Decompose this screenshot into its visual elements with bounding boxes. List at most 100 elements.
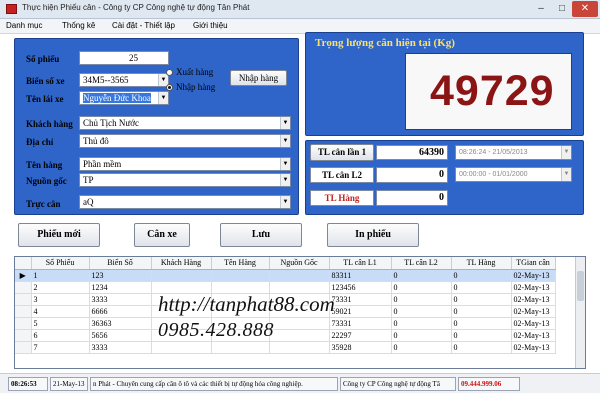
radio-nhap-hang[interactable]: Nhập hàng	[166, 82, 215, 92]
radio-off-icon	[166, 69, 173, 76]
close-button[interactable]: ✕	[572, 1, 598, 17]
table-cell	[269, 341, 330, 354]
can2-time-picker[interactable]: 00:00:00 - 01/01/2000 ▼	[455, 167, 572, 182]
table-cell: 6666	[89, 305, 152, 318]
luu-button[interactable]: Lưu	[220, 223, 302, 247]
can1-time-picker[interactable]: 08:26:24 - 21/05/2013 ▼	[455, 145, 572, 160]
table-cell	[211, 341, 270, 354]
bien-so-combo[interactable]: 34M5--3565 ▼	[79, 73, 169, 87]
can1-value: 64390	[376, 145, 448, 160]
table-cell: 3	[31, 293, 90, 306]
row-header-corner	[15, 257, 32, 270]
tl-hang-value: 0	[376, 190, 448, 206]
table-cell: 123	[89, 269, 152, 282]
can-xe-button[interactable]: Cân xe	[134, 223, 190, 247]
status-bar: 08:26:53 21-May-13 n Phát - Chuyên cung …	[0, 373, 600, 393]
table-cell: 0	[451, 293, 512, 306]
table-cell: 0	[451, 341, 512, 354]
chevron-down-icon: ▼	[280, 174, 290, 186]
table-cell: 59021	[329, 305, 392, 318]
table-cell: 4	[31, 305, 90, 318]
menu-cai-dat[interactable]: Cài đặt - Thiết lập	[112, 21, 175, 30]
table-cell: 0	[451, 305, 512, 318]
status-date: 21-May-13	[50, 377, 88, 391]
menu-thong-ke[interactable]: Thống kê	[62, 21, 95, 30]
table-row[interactable]: ▶ 1 123 83311 0 0 02-May-13	[15, 269, 556, 282]
dia-chi-value: Thủ đô	[83, 136, 109, 146]
table-cell: 83311	[329, 269, 392, 282]
column-header[interactable]: TL cân L1	[329, 257, 392, 270]
table-cell	[269, 317, 330, 330]
in-phieu-button[interactable]: In phiếu	[327, 223, 419, 247]
nguon-goc-value: TP	[83, 175, 94, 185]
truc-can-value: aQ	[83, 197, 94, 207]
row-header	[15, 305, 32, 318]
menu-danh-muc[interactable]: Danh mục	[6, 21, 42, 30]
column-header[interactable]: TL cân L2	[391, 257, 452, 270]
row-header	[15, 317, 32, 330]
nguon-goc-combo[interactable]: TP ▼	[79, 173, 291, 187]
truc-can-label: Trực cân	[26, 199, 61, 209]
column-header[interactable]: Nguồn Gốc	[269, 257, 330, 270]
ten-lai-xe-value: Nguyễn Đức Khoa	[83, 93, 151, 103]
table-cell: 02-May-13	[511, 269, 556, 282]
ten-hang-label: Tên hàng	[26, 160, 63, 170]
scrollbar-thumb[interactable]	[577, 271, 584, 301]
column-header[interactable]: Số Phiếu	[31, 257, 90, 270]
app-icon	[6, 4, 17, 14]
table-row[interactable]: 6 5656 22297 0 0 02-May-13	[15, 329, 556, 342]
calendar-dropdown-icon: ▼	[561, 168, 571, 181]
watermark-url: http://tanphat88.com	[158, 292, 335, 316]
window-title: Thực hiện Phiếu cân - Công ty CP Công ng…	[22, 3, 250, 12]
status-marquee: n Phát - Chuyên cung cấp cân ô tô và các…	[90, 377, 338, 391]
column-header[interactable]: Biển Số	[89, 257, 152, 270]
weight-title: Trọng lượng cân hiện tại (Kg)	[315, 37, 455, 49]
vehicle-form-panel: Số phiếu 25 Biển số xe 34M5--3565 ▼ Tên …	[14, 38, 299, 215]
row-header	[15, 329, 32, 342]
row-header	[15, 293, 32, 306]
vertical-scrollbar[interactable]	[575, 257, 585, 368]
watermark-phone: 0985.428.888	[158, 319, 274, 341]
table-cell: 1	[31, 269, 90, 282]
table-cell: 123456	[329, 281, 392, 294]
radio-nhap-label: Nhập hàng	[176, 82, 216, 92]
table-cell: 02-May-13	[511, 341, 556, 354]
chevron-down-icon: ▼	[280, 196, 290, 208]
radio-xuat-hang[interactable]: Xuất hàng	[166, 67, 213, 77]
minimize-button[interactable]: –	[530, 1, 552, 17]
table-cell: 3333	[89, 341, 152, 354]
table-cell: 0	[451, 281, 512, 294]
column-header[interactable]: TGian cân	[511, 257, 556, 270]
can-lan-1-button[interactable]: TL cân lần 1	[310, 144, 374, 161]
can-l2-label: TL cân L2	[310, 167, 374, 183]
current-row-arrow-icon: ▶	[15, 269, 32, 282]
truc-can-combo[interactable]: aQ ▼	[79, 195, 291, 209]
ten-hang-combo[interactable]: Phần mềm ▼	[79, 157, 291, 171]
so-phieu-label: Số phiếu	[26, 54, 60, 64]
table-cell: 02-May-13	[511, 317, 556, 330]
table-cell: 0	[391, 317, 452, 330]
column-header[interactable]: Tên Hàng	[211, 257, 270, 270]
column-header[interactable]: Khách Hàng	[151, 257, 212, 270]
table-cell: 5656	[89, 329, 152, 342]
dia-chi-label: Địa chỉ	[26, 137, 54, 147]
dia-chi-combo[interactable]: Thủ đô ▼	[79, 134, 291, 148]
table-row[interactable]: 5 36363 73331 0 0 02-May-13	[15, 317, 556, 330]
table-row[interactable]: 7 3333 35928 0 0 02-May-13	[15, 341, 556, 354]
bien-so-label: Biển số xe	[26, 76, 65, 86]
khach-hang-combo[interactable]: Chủ Tịch Nước ▼	[79, 116, 291, 130]
ten-lai-xe-label: Tên lái xe	[26, 94, 64, 104]
khach-hang-label: Khách hàng	[26, 119, 73, 129]
maximize-button[interactable]: □	[552, 1, 572, 17]
can2-value: 0	[376, 167, 448, 183]
nhap-hang-button[interactable]: Nhập hàng	[230, 70, 287, 86]
phieu-moi-button[interactable]: Phiếu mới	[18, 223, 100, 247]
column-header[interactable]: TL Hàng	[451, 257, 512, 270]
so-phieu-field[interactable]: 25	[79, 51, 169, 65]
ten-lai-xe-combo[interactable]: Nguyễn Đức Khoa ▼	[79, 91, 169, 105]
table-cell: 0	[451, 329, 512, 342]
menu-gioi-thieu[interactable]: Giới thiệu	[193, 21, 228, 30]
table-cell: 0	[391, 341, 452, 354]
calendar-dropdown-icon: ▼	[561, 146, 571, 159]
chevron-down-icon: ▼	[280, 135, 290, 147]
